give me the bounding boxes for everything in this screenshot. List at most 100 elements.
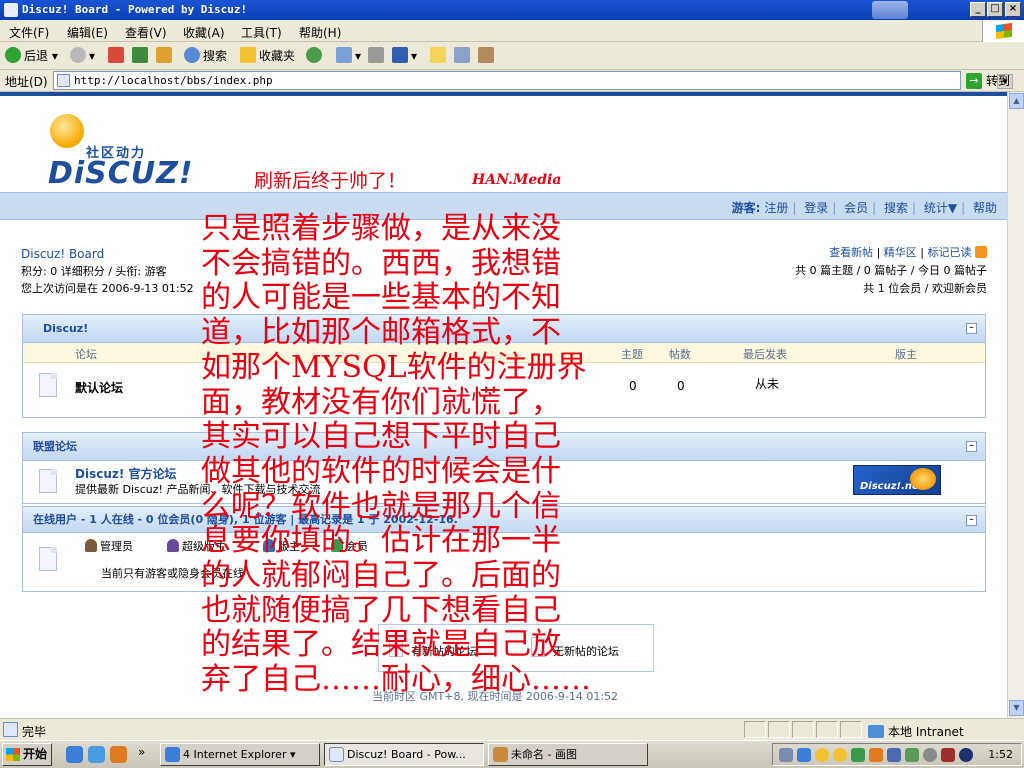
research-button[interactable]: [478, 47, 497, 65]
status-bar: 完毕 本地 Intranet: [0, 718, 1024, 740]
annotation-line: 其实可以自己想下平时自己: [201, 419, 561, 455]
tray-icon[interactable]: [887, 748, 901, 762]
word-icon: [392, 47, 408, 63]
print-button[interactable]: [368, 47, 387, 65]
nav-help[interactable]: 帮助: [973, 201, 997, 215]
task-paint[interactable]: 未命名 - 画图: [488, 743, 648, 766]
menu-help[interactable]: 帮助(H): [299, 24, 341, 41]
clock[interactable]: 1:52: [988, 748, 1013, 761]
online-users-icon: [39, 547, 57, 571]
back-button[interactable]: 后退 ▾: [5, 47, 58, 65]
start-button[interactable]: 开始: [2, 743, 52, 766]
link-forum-name[interactable]: Discuz! 官方论坛: [75, 465, 177, 482]
toolbar: 后退 ▾ ▾ 搜索 收藏夹 ▾ ▾: [0, 42, 1024, 70]
slogan-text: 刷新后终于帅了！: [254, 170, 407, 192]
go-button[interactable]: → 转到: [966, 72, 1010, 90]
nav-register[interactable]: 注册: [764, 201, 788, 215]
ie-icon: [165, 747, 180, 762]
annotation-line: 的结果了。结果就是自己放: [201, 627, 561, 663]
board-info: Discuz! Board 积分: 0 详细积分 / 头衔: 游客 您上次访问是…: [21, 246, 194, 297]
nav-search[interactable]: 搜索: [884, 201, 908, 215]
view-new-posts-link[interactable]: 查看新帖: [829, 246, 873, 259]
task-ie-group[interactable]: 4 Internet Explorer ▾: [160, 743, 320, 766]
rss-icon[interactable]: [975, 246, 987, 258]
tray-icon[interactable]: [797, 748, 811, 762]
scroll-down-button[interactable]: ▼: [1009, 700, 1024, 716]
qq-icon[interactable]: [833, 748, 847, 762]
tray-icon[interactable]: [905, 748, 919, 762]
status-cell: [768, 721, 790, 738]
menu-tools[interactable]: 工具(T): [241, 24, 282, 41]
home-button[interactable]: [156, 47, 175, 65]
maximize-button[interactable]: □: [987, 2, 1003, 17]
page-icon: [57, 74, 70, 87]
stop-button[interactable]: [108, 47, 127, 65]
menu-file[interactable]: 文件(F): [9, 24, 49, 41]
favorites-button[interactable]: 收藏夹: [240, 47, 295, 65]
close-button[interactable]: ×: [1005, 2, 1021, 17]
back-label: 后退: [24, 49, 49, 63]
mark-read-link[interactable]: 标记已读: [928, 246, 972, 259]
scroll-up-button[interactable]: ▲: [1009, 93, 1024, 109]
status-cell: [744, 721, 766, 738]
annotation-line: 做其他的软件的时候会是什: [201, 453, 561, 489]
print-icon: [368, 47, 384, 63]
minimize-button[interactable]: _: [970, 2, 986, 17]
edit-button[interactable]: ▾: [392, 47, 417, 65]
col-last-post: 最后发表: [743, 348, 787, 361]
search-button[interactable]: 搜索: [184, 47, 227, 65]
signature-text: HAN.Media: [472, 172, 562, 188]
task-discuz-board[interactable]: Discuz! Board - Pow...: [324, 743, 484, 766]
tray-icon[interactable]: [779, 748, 793, 762]
address-input[interactable]: http://localhost/bbs/index.php ▼: [53, 71, 1013, 90]
media-button[interactable]: [306, 47, 325, 65]
tray-icon[interactable]: [941, 748, 955, 762]
forward-button[interactable]: ▾: [70, 47, 95, 65]
digest-link[interactable]: 精华区: [884, 246, 917, 259]
menu-view[interactable]: 查看(V): [125, 24, 167, 41]
address-url: http://localhost/bbs/index.php: [74, 74, 273, 87]
logo-brand: DiSCUZ!: [48, 156, 194, 191]
vertical-scrollbar[interactable]: ▲ ▼: [1007, 92, 1024, 718]
status-text: 完毕: [22, 725, 47, 739]
lightbulb-icon: [50, 114, 84, 148]
quicklaunch-app-icon[interactable]: [110, 746, 127, 763]
mail-button[interactable]: ▾: [336, 47, 361, 65]
nav-members[interactable]: 会员: [844, 201, 868, 215]
board-name[interactable]: Discuz! Board: [21, 246, 194, 263]
quicklaunch-browser-icon[interactable]: [88, 746, 105, 763]
collapse-icon[interactable]: –: [966, 515, 977, 526]
menu-bar: 文件(F) 编辑(E) 查看(V) 收藏(A) 工具(T) 帮助(H): [0, 20, 1024, 42]
quicklaunch-ie-icon[interactable]: [66, 746, 83, 763]
search-label: 搜索: [203, 49, 228, 63]
category-title[interactable]: Discuz!: [43, 322, 88, 335]
messenger-button[interactable]: [454, 47, 473, 65]
qq-icon[interactable]: [815, 748, 829, 762]
nav-login[interactable]: 登录: [804, 201, 828, 215]
links-title: 联盟论坛: [33, 440, 77, 453]
collapse-icon[interactable]: –: [966, 441, 977, 452]
super-moderator-icon: [167, 539, 179, 552]
tray-icon[interactable]: [923, 748, 937, 762]
window-title: Discuz! Board - Powered by Discuz!: [22, 3, 248, 16]
windows-flag-icon: [996, 22, 1012, 40]
role-admin: 管理员: [85, 538, 133, 554]
guest-label: 游客:: [731, 201, 761, 215]
stats-line-2: 共 0 篇主题 / 0 篇帖子 / 今日 0 篇帖子: [795, 264, 987, 277]
menu-favorites[interactable]: 收藏(A): [183, 24, 225, 41]
tray-icon[interactable]: [959, 748, 973, 762]
security-zone: 本地 Intranet: [868, 723, 964, 740]
discuz-net-banner[interactable]: Discuz!.net: [853, 465, 941, 495]
nav-stats[interactable]: 统计▼: [924, 201, 957, 215]
forum-name[interactable]: 默认论坛: [75, 379, 123, 396]
menu-edit[interactable]: 编辑(E): [67, 24, 108, 41]
col-posts: 帖数: [669, 348, 691, 361]
discuz-logo[interactable]: 社区动力 DiSCUZ!: [46, 112, 193, 191]
refresh-button[interactable]: [132, 47, 151, 65]
quicklaunch-more-icon[interactable]: »: [138, 745, 145, 759]
tray-icon[interactable]: [869, 748, 883, 762]
collapse-icon[interactable]: –: [966, 323, 977, 334]
tray-icon[interactable]: [851, 748, 865, 762]
discuss-button[interactable]: [430, 47, 449, 65]
system-tray: 1:52: [772, 743, 1022, 766]
